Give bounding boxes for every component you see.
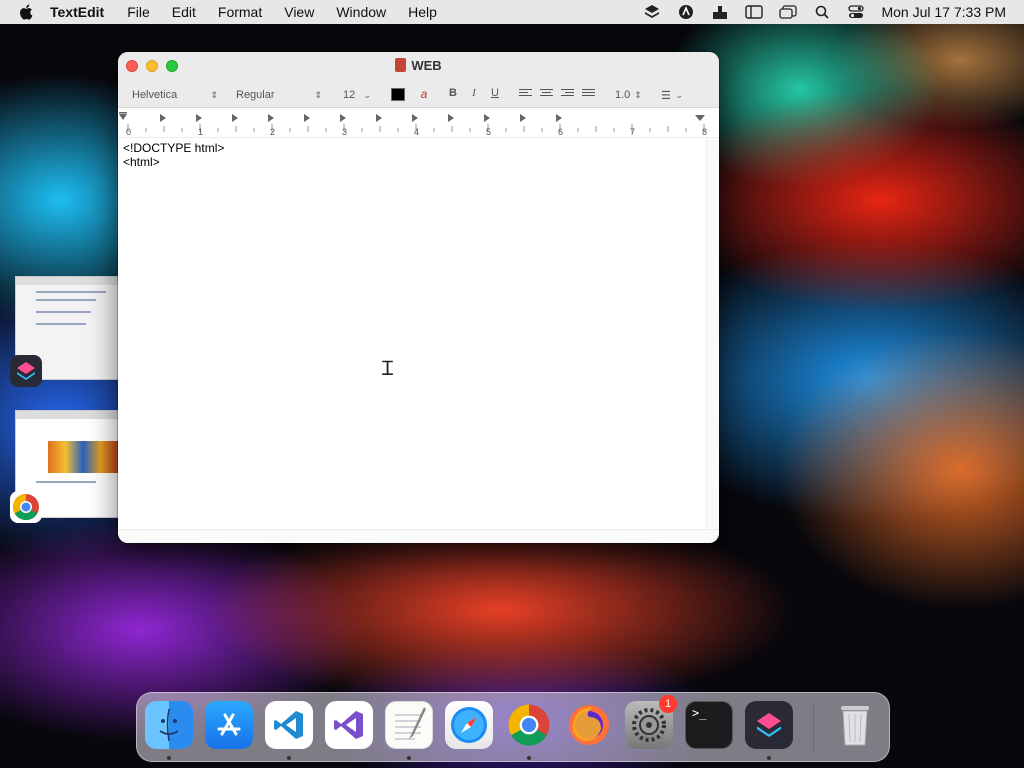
running-indicator bbox=[767, 756, 771, 760]
menu-window[interactable]: Window bbox=[325, 4, 397, 20]
menubar-clock[interactable]: Mon Jul 17 7:33 PM bbox=[881, 4, 1006, 20]
running-indicator bbox=[167, 756, 171, 760]
text-line: <html> bbox=[123, 155, 160, 169]
menu-bar: TextEdit File Edit Format View Window He… bbox=[0, 0, 1024, 24]
system-preferences-icon[interactable]: 1 bbox=[625, 695, 677, 749]
thumbnail-titlebar bbox=[16, 411, 118, 419]
shortcuts-icon[interactable] bbox=[745, 701, 793, 749]
thumbnail-line bbox=[36, 311, 91, 313]
running-indicator bbox=[407, 756, 411, 760]
google-doodle-thumbnail bbox=[48, 441, 118, 473]
dock-separator bbox=[813, 703, 814, 753]
app-name-menu[interactable]: TextEdit bbox=[50, 4, 116, 20]
ruler-label: 7 bbox=[630, 127, 636, 137]
stepper-arrows-icon: ⇕ bbox=[314, 89, 322, 100]
stepper-arrows-icon: ⇕ bbox=[210, 89, 218, 100]
textedit-window: WEB Helvetica ⇕ Regular ⇕ 12 ⌄ a B I U 1.0 ⇕ bbox=[118, 52, 719, 543]
firefox-icon[interactable] bbox=[565, 701, 613, 749]
ruler-label: 3 bbox=[342, 127, 348, 137]
thumbnail-line bbox=[36, 299, 96, 301]
textedit-icon[interactable] bbox=[385, 701, 433, 749]
visual-studio-icon[interactable] bbox=[325, 701, 373, 749]
thumbnail-line bbox=[36, 481, 96, 483]
align-justify-button[interactable] bbox=[582, 89, 595, 99]
ruler-label: 0 bbox=[126, 127, 132, 137]
notification-badge: 1 bbox=[659, 695, 677, 713]
menu-help[interactable]: Help bbox=[397, 4, 448, 20]
ruler-label: 8 bbox=[702, 127, 708, 137]
vertical-scrollbar[interactable] bbox=[706, 139, 719, 529]
font-style-popup[interactable]: Regular ⇕ bbox=[232, 86, 326, 104]
sidebar-icon[interactable] bbox=[745, 3, 764, 21]
dock: 1 >_ bbox=[136, 692, 890, 762]
chrome-switcher-icon[interactable] bbox=[10, 491, 42, 523]
document-text-area[interactable]: <!DOCTYPE html> <html> bbox=[118, 139, 706, 529]
align-right-button[interactable] bbox=[561, 89, 574, 99]
chevron-down-icon: ⌄ bbox=[675, 89, 683, 100]
underline-button[interactable]: U bbox=[487, 87, 503, 99]
ibeam-cursor-icon: Ɪ bbox=[382, 356, 394, 380]
line-spacing-popup[interactable]: 1.0 ⇕ bbox=[611, 86, 643, 104]
list-icon: ☰ bbox=[661, 89, 671, 102]
control-center-icon[interactable] bbox=[847, 3, 865, 21]
align-center-button[interactable] bbox=[540, 89, 553, 99]
finder-icon[interactable] bbox=[145, 701, 193, 749]
menu-file[interactable]: File bbox=[116, 4, 161, 20]
chevron-down-icon: ⌄ bbox=[363, 89, 371, 100]
trash-icon[interactable] bbox=[831, 701, 879, 749]
apple-menu-icon[interactable] bbox=[18, 3, 36, 21]
chrome-icon[interactable] bbox=[505, 701, 553, 749]
horizontal-scrollbar[interactable] bbox=[118, 529, 719, 543]
window-titlebar[interactable]: WEB Helvetica ⇕ Regular ⇕ 12 ⌄ a B I U 1.0 ⇕ bbox=[118, 52, 719, 108]
app-store-icon[interactable] bbox=[205, 701, 253, 749]
stepper-arrows-icon: ⇕ bbox=[634, 89, 642, 100]
window-icon[interactable] bbox=[779, 3, 798, 21]
thumbnail-titlebar bbox=[16, 277, 118, 285]
ruler[interactable]: 0 1 2 3 4 5 6 7 8 bbox=[118, 108, 719, 138]
thumbnail-line bbox=[36, 291, 106, 293]
terminal-prompt-glyph: >_ bbox=[692, 706, 707, 720]
menu-edit[interactable]: Edit bbox=[161, 4, 207, 20]
format-bar: Helvetica ⇕ Regular ⇕ 12 ⌄ a B I U 1.0 ⇕ ☰ ⌄ bbox=[118, 85, 719, 105]
menu-view[interactable]: View bbox=[273, 4, 325, 20]
upload-icon[interactable] bbox=[711, 3, 729, 21]
text-color-well[interactable] bbox=[391, 88, 405, 101]
menu-format[interactable]: Format bbox=[207, 4, 273, 20]
vscode-icon[interactable] bbox=[265, 701, 313, 749]
safari-icon[interactable] bbox=[445, 701, 493, 749]
ruler-label: 2 bbox=[270, 127, 276, 137]
search-icon[interactable] bbox=[813, 3, 831, 21]
adobe-icon[interactable] bbox=[677, 3, 695, 21]
italic-button[interactable]: I bbox=[466, 87, 482, 99]
font-family-value: Helvetica bbox=[132, 89, 178, 101]
terminal-icon[interactable]: >_ bbox=[685, 701, 733, 749]
ruler-label: 1 bbox=[198, 127, 204, 137]
document-title: WEB bbox=[118, 58, 719, 73]
layers-icon[interactable] bbox=[643, 3, 661, 21]
shortcuts-switcher-icon[interactable] bbox=[10, 355, 42, 387]
line-spacing-value: 1.0 bbox=[615, 89, 631, 101]
ruler-label: 6 bbox=[558, 127, 564, 137]
thumbnail-line bbox=[36, 323, 86, 325]
list-bullets-popup[interactable]: ☰ ⌄ bbox=[657, 86, 687, 104]
running-indicator bbox=[287, 756, 291, 760]
font-family-popup[interactable]: Helvetica ⇕ bbox=[128, 86, 222, 104]
text-highlight-icon[interactable]: a bbox=[416, 87, 432, 102]
ruler-label: 4 bbox=[414, 127, 420, 137]
font-size-combobox[interactable]: 12 ⌄ bbox=[339, 86, 375, 104]
document-title-text: WEB bbox=[411, 58, 442, 73]
text-line: <!DOCTYPE html> bbox=[123, 141, 225, 155]
document-icon bbox=[395, 58, 407, 72]
align-left-button[interactable] bbox=[519, 89, 532, 99]
font-style-value: Regular bbox=[236, 89, 275, 101]
bold-button[interactable]: B bbox=[445, 87, 461, 99]
running-indicator bbox=[527, 756, 531, 760]
ruler-label: 5 bbox=[486, 127, 492, 137]
font-size-value: 12 bbox=[343, 89, 356, 101]
